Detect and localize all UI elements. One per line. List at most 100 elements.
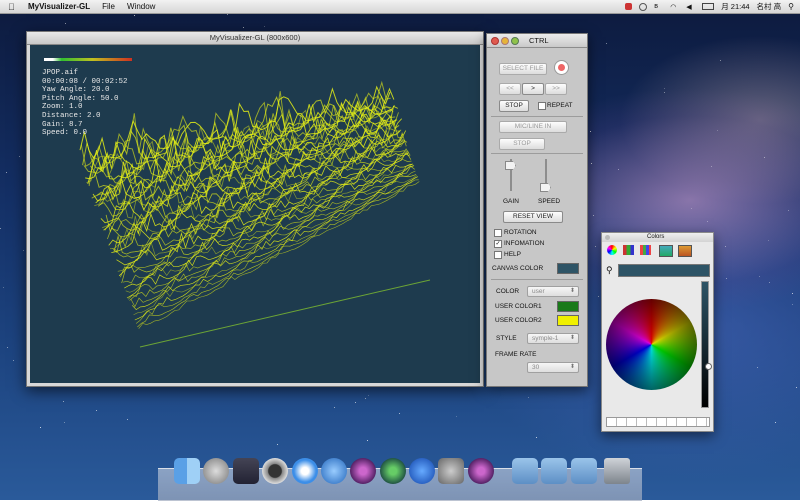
applications-folder-icon[interactable]: [512, 458, 538, 484]
dashboard-icon[interactable]: [262, 458, 288, 484]
play-button[interactable]: >: [522, 83, 544, 95]
menu-user[interactable]: 名村 高: [757, 1, 782, 12]
menu-app-name[interactable]: MyVisualizer-GL: [28, 2, 90, 11]
user-color1-label: USER COLOR1: [495, 303, 542, 310]
star: [795, 387, 797, 389]
user-color1-well[interactable]: [557, 301, 579, 312]
documents-folder-icon[interactable]: [541, 458, 567, 484]
color-palettes-mode-icon[interactable]: [640, 245, 651, 255]
frame-rate-label: FRAME RATE: [495, 351, 537, 358]
downloads-folder-icon[interactable]: [571, 458, 597, 484]
speed-slider-knob[interactable]: [540, 183, 551, 192]
brightness-slider[interactable]: [701, 281, 709, 408]
canvas-color-well[interactable]: [557, 263, 579, 274]
colors-titlebar[interactable]: Colors: [602, 233, 713, 242]
color-wheel-mode-icon[interactable]: [607, 245, 617, 255]
star: [788, 210, 790, 212]
select-file-button[interactable]: SELECT FILE: [499, 63, 547, 75]
info-overlay: JPOP.aif 00:00:08 / 00:02:52 Yaw Angle: …: [42, 69, 128, 138]
bluetooth-icon[interactable]: ʙ: [654, 3, 663, 11]
star: [13, 359, 15, 361]
battery-icon[interactable]: [702, 3, 715, 10]
spotlight-icon[interactable]: ⚲: [788, 2, 794, 11]
star: [769, 282, 771, 284]
star: [717, 130, 718, 132]
star: [6, 346, 8, 348]
star: [2, 286, 4, 288]
finder-icon[interactable]: [174, 458, 200, 484]
time-machine-icon[interactable]: [639, 2, 648, 11]
swatch-strip[interactable]: [606, 417, 710, 427]
rotation-checkbox[interactable]: [494, 229, 502, 237]
star: [264, 26, 266, 28]
magnifier-icon[interactable]: ⚲: [606, 265, 613, 276]
trash-icon[interactable]: [604, 458, 630, 484]
itunes-icon[interactable]: [409, 458, 435, 484]
image-palettes-mode-icon[interactable]: [659, 245, 673, 257]
system-preferences-icon[interactable]: [438, 458, 464, 484]
chevron-down-icon: ⬍: [569, 288, 575, 294]
divider: [491, 153, 583, 154]
status-icon[interactable]: [625, 3, 633, 10]
chevron-down-icon: ⬍: [569, 364, 575, 370]
crayons-mode-icon[interactable]: [678, 245, 692, 257]
mic-stop-button[interactable]: STOP: [499, 138, 545, 150]
menu-file[interactable]: File: [102, 2, 115, 11]
star: [767, 240, 769, 242]
safari-icon[interactable]: [292, 458, 318, 484]
help-checkbox[interactable]: [494, 251, 502, 259]
minimize-icon[interactable]: [501, 37, 509, 45]
color-sliders-mode-icon[interactable]: [623, 245, 634, 255]
menu-clock[interactable]: 月 21:44: [721, 1, 749, 12]
visualizer-dock-icon[interactable]: [350, 458, 376, 484]
menu-bar:  MyVisualizer-GL File Window ʙ ◠ ◀ 月 21…: [0, 0, 800, 14]
frame-rate-select[interactable]: 30 ⬍: [527, 362, 579, 373]
color-select[interactable]: user ⬍: [527, 286, 579, 297]
color-wheel[interactable]: [606, 299, 697, 390]
star: [597, 295, 599, 297]
mission-control-icon[interactable]: [233, 458, 259, 484]
prev-button[interactable]: <<: [499, 83, 521, 95]
star: [764, 156, 766, 158]
user-color2-well[interactable]: [557, 315, 579, 326]
star: [591, 162, 593, 164]
mic-line-in-button[interactable]: MIC/LINE IN: [499, 121, 567, 133]
reset-view-button[interactable]: RESET VIEW: [503, 211, 563, 223]
color-label: COLOR: [496, 288, 520, 295]
next-button[interactable]: >>: [545, 83, 567, 95]
visualizer-canvas[interactable]: JPOP.aif 00:00:08 / 00:02:52 Yaw Angle: …: [30, 45, 480, 383]
star: [23, 250, 25, 252]
launchpad-icon[interactable]: [203, 458, 229, 484]
menu-window[interactable]: Window: [127, 2, 155, 11]
style-select[interactable]: symple-1 ⬍: [527, 333, 579, 344]
zoom-icon[interactable]: [511, 37, 519, 45]
visualizer-dock-icon-2[interactable]: [380, 458, 406, 484]
info-yaw: Yaw Angle: 20.0: [42, 86, 110, 95]
close-icon[interactable]: [605, 235, 610, 240]
star: [691, 208, 693, 210]
star: [528, 396, 530, 398]
visualizer-window-title[interactable]: MyVisualizer-GL (800x600): [27, 32, 483, 45]
star: [333, 407, 335, 409]
ctrl-panel: CTRL SELECT FILE << > >> STOP REPEAT MIC…: [486, 33, 588, 387]
star: [63, 421, 65, 423]
close-icon[interactable]: [491, 37, 499, 45]
apple-menu-icon[interactable]: : [8, 2, 18, 12]
repeat-checkbox[interactable]: [538, 102, 546, 110]
spectrum-line: [131, 174, 417, 311]
ctrl-titlebar[interactable]: CTRL: [487, 34, 587, 48]
gain-slider-knob[interactable]: [505, 161, 516, 170]
visualizer-dock-icon-3[interactable]: [468, 458, 494, 484]
volume-icon[interactable]: ◀: [686, 3, 695, 11]
chevron-down-icon: ⬍: [569, 335, 575, 341]
current-color-well[interactable]: [618, 264, 710, 277]
spectrum-line: [130, 170, 416, 308]
record-icon[interactable]: [554, 60, 569, 75]
information-checkbox[interactable]: ✓: [494, 240, 502, 248]
brightness-slider-knob[interactable]: [705, 363, 712, 370]
wifi-icon[interactable]: ◠: [670, 3, 679, 11]
app-store-icon[interactable]: [321, 458, 347, 484]
info-distance: Distance: 2.0: [42, 111, 101, 120]
stop-button[interactable]: STOP: [499, 100, 529, 112]
star: [277, 444, 279, 446]
